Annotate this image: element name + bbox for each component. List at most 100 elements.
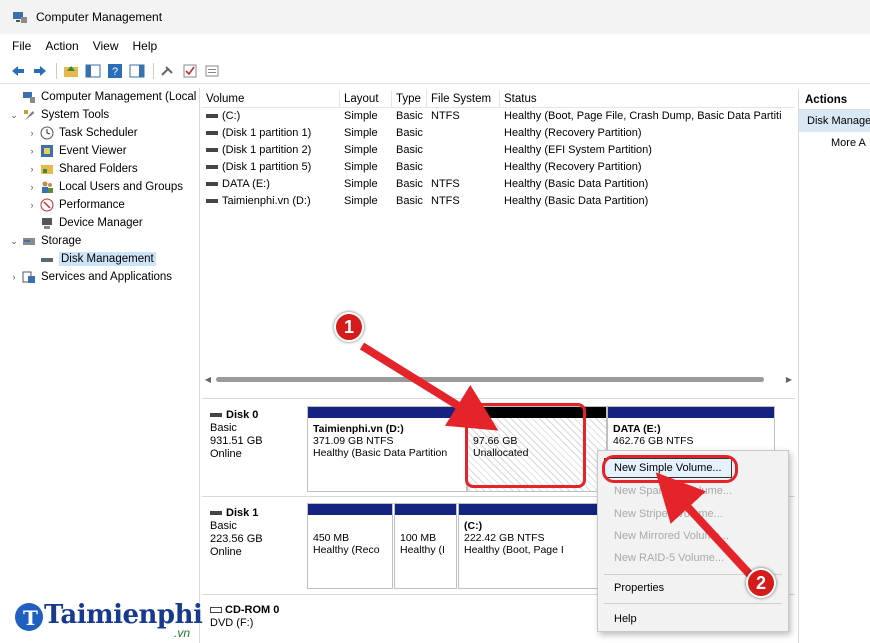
table-row[interactable]: (C:) Simple Basic NTFS Healthy (Boot, Page F… [202, 108, 795, 125]
tree-item-disk-management[interactable]: Disk Management [8, 250, 199, 268]
column-header-volume[interactable]: Volume [202, 90, 340, 107]
menu-new-mirrored-volume: New Mirrored Volume... [614, 530, 729, 542]
partition-c[interactable]: (C:) 222.42 GB NTFS Healthy (Boot, Page … [458, 503, 598, 589]
volume-icon [206, 182, 218, 187]
scroll-thumb[interactable] [216, 376, 764, 382]
partition-taimienphi-d[interactable]: Taimienphi.vn (D:) 371.09 GB NTFS Health… [307, 406, 467, 492]
partition-size: 222.42 GB NTFS [464, 532, 545, 544]
actions-more[interactable]: More A [799, 132, 870, 154]
disk-name: Disk 1 [226, 507, 259, 519]
tree-item-shared-folders[interactable]: › Shared Folders [8, 160, 199, 178]
actions-pane: Actions Disk Manage More A [798, 90, 870, 643]
properties-icon[interactable] [204, 63, 220, 79]
volume-list-header: Volume Layout Type File System Status [202, 90, 795, 108]
menu-bar: File Action View Help [0, 34, 870, 58]
volume-name-text: DATA (E:) [222, 178, 270, 190]
tree-item-task-scheduler[interactable]: › Task Scheduler [8, 124, 199, 142]
collapse-chevron-icon[interactable]: ⌄ [8, 110, 20, 121]
show-hide-tree-icon[interactable] [85, 63, 101, 79]
partition-unallocated[interactable]: 97.66 GB Unallocated [467, 406, 607, 492]
tree-item-storage[interactable]: ⌄ Storage [8, 232, 199, 250]
partition-size: 462.76 GB NTFS [613, 435, 694, 447]
volume-type-text: Basic [396, 178, 423, 190]
back-arrow-icon[interactable] [10, 63, 26, 79]
volume-status: Healthy (EFI System Partition) [500, 142, 795, 159]
up-folder-icon[interactable] [63, 63, 79, 79]
table-row[interactable]: (Disk 1 partition 5) Simple Basic Healthy (… [202, 159, 795, 176]
horizontal-scrollbar[interactable]: ◀ ▶ [202, 372, 795, 386]
tree-item-local-users[interactable]: › Local Users and Groups [8, 178, 199, 196]
partition-size: 371.09 GB NTFS [313, 435, 394, 447]
table-row[interactable]: (Disk 1 partition 2) Simple Basic Healthy (… [202, 142, 795, 159]
partition-bar [308, 407, 466, 418]
volume-name: DATA (E:) [202, 176, 340, 193]
menu-properties[interactable]: Properties [614, 582, 664, 594]
actions-disk-management[interactable]: Disk Manage [799, 110, 870, 132]
expand-chevron-icon[interactable]: › [8, 272, 20, 282]
tree-item-performance[interactable]: › Performance [8, 196, 199, 214]
partition-bar [308, 504, 392, 515]
menu-new-simple-volume[interactable]: New Simple Volume... [614, 462, 722, 474]
volume-layout: Simple [340, 159, 392, 176]
volume-name-text: (Disk 1 partition 1) [222, 127, 312, 139]
forward-arrow-icon[interactable] [32, 63, 48, 79]
column-header-file-system[interactable]: File System [427, 90, 500, 107]
expand-chevron-icon[interactable]: › [26, 146, 38, 156]
taimienphi-logo: T Taimienphi .vn [14, 598, 214, 643]
volume-icon [206, 199, 218, 204]
tree-item-event-viewer[interactable]: › Event Viewer [8, 142, 199, 160]
volume-status: Healthy (Recovery Partition) [500, 125, 795, 142]
partition-bar [395, 504, 456, 515]
expand-chevron-icon[interactable]: › [26, 200, 38, 210]
tree-item-label: Device Manager [59, 217, 143, 229]
partition-name: (C:) [464, 520, 483, 532]
action-pane-icon[interactable] [129, 63, 145, 79]
clock-icon [40, 126, 54, 140]
cdrom-info[interactable]: CD-ROM 0 DVD (F:) [210, 604, 302, 630]
disk-1-info[interactable]: Disk 1 Basic 223.56 GB Online [210, 507, 302, 559]
collapse-chevron-icon[interactable]: ⌄ [8, 236, 20, 247]
volume-status-text: Healthy (Recovery Partition) [504, 161, 642, 173]
help-icon[interactable]: ? [107, 63, 123, 79]
expand-chevron-icon[interactable]: › [26, 164, 38, 174]
disk-type: Basic [210, 520, 237, 532]
volume-type-text: Basic [396, 144, 423, 156]
tree-item-device-manager[interactable]: Device Manager [8, 214, 199, 232]
table-row[interactable]: DATA (E:) Simple Basic NTFS Healthy (Basic D… [202, 176, 795, 193]
table-row[interactable]: (Disk 1 partition 1) Simple Basic Healthy (… [202, 125, 795, 142]
tree-item-system-tools[interactable]: ⌄ System Tools [8, 106, 199, 124]
partition-disk1-efi[interactable]: 100 MB Healthy (I [394, 503, 457, 589]
storage-icon [23, 238, 35, 245]
volume-name: (Disk 1 partition 1) [202, 125, 340, 142]
checklist-icon[interactable] [182, 63, 198, 79]
partition-name: DATA (E:) [613, 423, 661, 435]
menu-action[interactable]: Action [45, 39, 78, 53]
disk-icon [210, 511, 222, 516]
scroll-right-icon[interactable]: ▶ [783, 375, 795, 384]
step-marker-2: 2 [746, 568, 776, 598]
volume-icon [206, 165, 218, 170]
menu-new-spanned-volume: New Spanned Volume... [614, 485, 733, 497]
disk-type: Basic [210, 422, 237, 434]
expand-chevron-icon[interactable]: › [26, 128, 38, 138]
disk-0-info[interactable]: Disk 0 Basic 931.51 GB Online [210, 409, 302, 461]
tree-item-label: Local Users and Groups [59, 181, 184, 193]
connect-icon[interactable] [160, 63, 176, 79]
table-row[interactable]: Taimienphi.vn (D:) Simple Basic NTFS Healthy… [202, 193, 795, 210]
tree-item-services-applications[interactable]: › Services and Applications [8, 268, 199, 286]
menu-new-striped-volume: New Striped Volume... [614, 508, 723, 520]
partition-disk1-recovery[interactable]: 450 MB Healthy (Reco [307, 503, 393, 589]
tree-item-computer-management[interactable]: Computer Management (Local [8, 88, 199, 106]
menu-help[interactable]: Help [133, 39, 158, 53]
menu-view[interactable]: View [93, 39, 119, 53]
expand-chevron-icon[interactable]: › [26, 182, 38, 192]
column-header-status[interactable]: Status [500, 90, 795, 107]
menu-file[interactable]: File [12, 39, 31, 53]
column-header-layout[interactable]: Layout [340, 90, 392, 107]
column-header-type[interactable]: Type [392, 90, 427, 107]
volume-layout-text: Simple [344, 161, 378, 173]
menu-help-item[interactable]: Help [614, 613, 637, 625]
tree-item-label: Disk Management [59, 252, 156, 266]
volume-status-text: Healthy (EFI System Partition) [504, 144, 652, 156]
scroll-left-icon[interactable]: ◀ [202, 375, 214, 384]
